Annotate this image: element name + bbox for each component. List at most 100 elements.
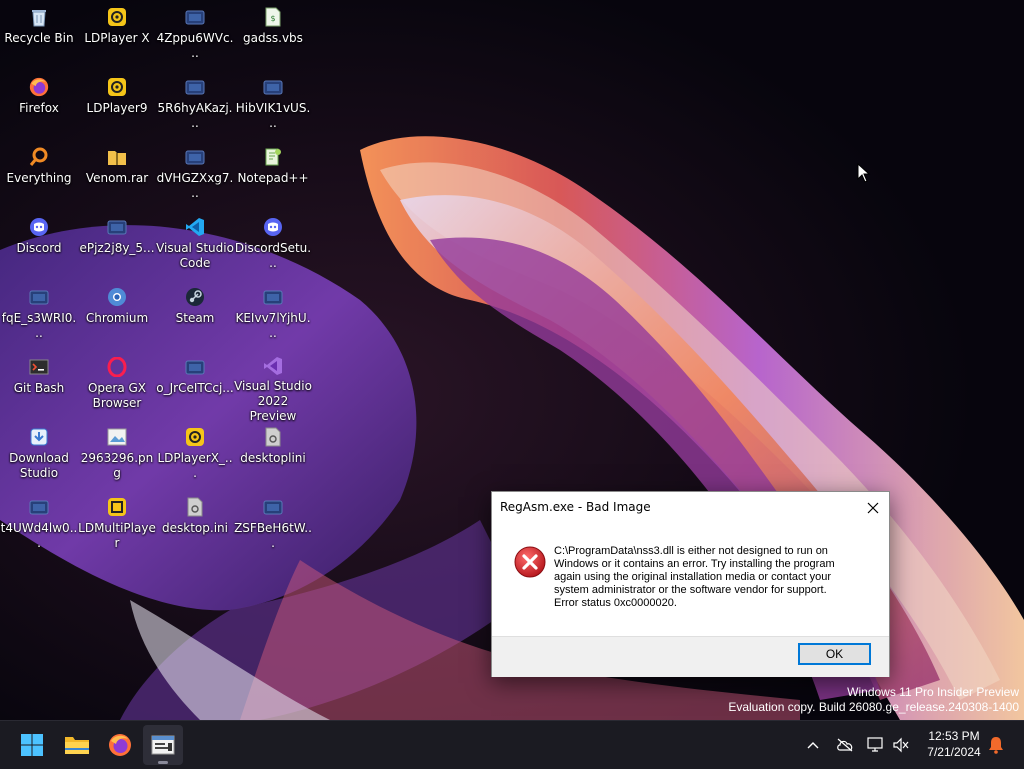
dialog-title: RegAsm.exe - Bad Image xyxy=(500,500,651,514)
desktop-icon[interactable]: desktop.ini xyxy=(156,490,234,556)
file-icon xyxy=(262,496,284,518)
file-icon xyxy=(184,356,206,378)
desktop-icon[interactable]: Steam xyxy=(156,280,234,346)
active-indicator xyxy=(158,761,168,764)
close-icon[interactable] xyxy=(863,498,883,518)
taskbar-active-app-button[interactable] xyxy=(143,725,183,765)
desktop-icon-label: o_JrCeITCcj... xyxy=(156,381,234,395)
desktop-icon[interactable]: LDPlayer X xyxy=(78,0,156,66)
desktop-icon[interactable]: Visual Studio Code xyxy=(156,210,234,276)
desktop-icon[interactable]: Firefox xyxy=(0,70,78,136)
file-icon xyxy=(184,146,206,168)
chromium-icon xyxy=(106,286,128,308)
desktop-icon[interactable]: 4Zppu6WVc... xyxy=(156,0,234,66)
desktop-icon[interactable]: Chromium xyxy=(78,280,156,346)
git-bash-icon xyxy=(28,356,50,378)
file-icon xyxy=(28,496,50,518)
error-icon xyxy=(514,546,546,578)
download-studio-icon xyxy=(28,426,50,448)
desktop-icon-label: desktop.ini xyxy=(162,521,228,535)
message-line: C:\ProgramData\nss3.dll is either not de… xyxy=(554,545,828,557)
desktop-icon-label: Chromium xyxy=(85,311,149,325)
desktop-icon-label: Notepad++ xyxy=(237,171,309,185)
desktop-icon-label: ePjz2j8y_5... xyxy=(79,241,155,255)
desktop-icon[interactable]: Opera GX Browser xyxy=(78,350,156,416)
volume-tray-button[interactable] xyxy=(891,735,911,755)
desktop-icon[interactable]: dVHGZXxg7... xyxy=(156,140,234,206)
desktop-icon[interactable]: 2963296.png xyxy=(78,420,156,486)
dialog-footer: OK xyxy=(492,636,889,677)
desktop-icon-label: KEIvv7lYjhU... xyxy=(235,311,311,340)
opera-gx-icon xyxy=(106,356,128,378)
desktop-icon[interactable]: Notepad++ xyxy=(234,140,312,206)
taskbar-clock[interactable]: 12:53 PM 7/21/2024 xyxy=(918,728,990,760)
vbs-script-icon: $ xyxy=(262,6,284,28)
settings-file-icon xyxy=(262,426,284,448)
desktop-icon-label: Download Studio xyxy=(9,451,69,480)
visual-studio-icon xyxy=(262,356,284,376)
chevron-up-icon xyxy=(807,742,819,749)
file-icon xyxy=(184,76,206,98)
desktop-icon-label: gadss.vbs xyxy=(243,31,303,45)
firefox-icon xyxy=(109,734,131,756)
desktop-icon[interactable]: DiscordSetu... xyxy=(234,210,312,276)
desktop-icon[interactable]: Discord xyxy=(0,210,78,276)
desktop-icon-label: Discord xyxy=(16,241,62,255)
desktop-icon[interactable]: LDPlayerX_... xyxy=(156,420,234,486)
volume-muted-icon xyxy=(893,737,909,753)
dialog-titlebar[interactable]: RegAsm.exe - Bad Image xyxy=(492,492,889,524)
taskbar-firefox-button[interactable] xyxy=(100,725,140,765)
taskbar-file-explorer-button[interactable] xyxy=(57,725,97,765)
desktop-icon[interactable]: fqE_s3WRI0... xyxy=(0,280,78,346)
desktop-icon-label: fqE_s3WRI0... xyxy=(1,311,77,340)
desktop-icon[interactable]: LDPlayer9 xyxy=(78,70,156,136)
clock-time: 12:53 PM xyxy=(928,729,980,743)
desktop-icon[interactable]: Download Studio xyxy=(0,420,78,486)
desktop-icon-label: 2963296.png xyxy=(80,451,154,480)
desktop-icon[interactable]: ZSFBeH6tW... xyxy=(234,490,312,556)
dialog-body: C:\ProgramData\nss3.dll is either not de… xyxy=(492,524,889,636)
desktop-icon-label: 5R6hyAKazj... xyxy=(157,101,233,130)
desktop-icon-label: LDMultiPlayer xyxy=(78,521,156,550)
desktop-icon[interactable]: Recycle Bin xyxy=(0,0,78,66)
file-icon xyxy=(184,6,206,28)
clock-date: 7/21/2024 xyxy=(927,745,981,759)
notifications-button[interactable] xyxy=(986,735,1006,755)
ok-button[interactable]: OK xyxy=(798,643,871,665)
desktop-icon[interactable]: KEIvv7lYjhU... xyxy=(234,280,312,346)
desktop-icon-label: desktoplini xyxy=(240,451,306,465)
network-tray-button[interactable] xyxy=(866,735,886,755)
desktop-icon[interactable]: ePjz2j8y_5... xyxy=(78,210,156,276)
taskbar: 12:53 PM 7/21/2024 xyxy=(0,720,1024,769)
desktop-icon[interactable]: o_JrCeITCcj... xyxy=(156,350,234,416)
file-icon xyxy=(106,216,128,238)
desktop-icon[interactable]: t4UWd4lw0... xyxy=(0,490,78,556)
desktop-icon[interactable]: LDMultiPlayer xyxy=(78,490,156,556)
message-line: system administrator or the software ven… xyxy=(554,584,827,596)
desktop-icon[interactable]: 5R6hyAKazj... xyxy=(156,70,234,136)
notepad-plus-plus-icon xyxy=(262,146,284,168)
desktop-icon[interactable]: HibVIK1vUS... xyxy=(234,70,312,136)
desktop-icon-label: Recycle Bin xyxy=(4,31,74,45)
start-button[interactable] xyxy=(12,725,52,765)
desktop-icon[interactable]: Venom.rar xyxy=(78,140,156,206)
discord-icon xyxy=(28,216,50,238)
desktop-icon[interactable]: Visual Studio 2022 Preview xyxy=(234,350,312,423)
desktop-icon-label: Venom.rar xyxy=(85,171,149,185)
desktop-icon[interactable]: Everything xyxy=(0,140,78,206)
show-hidden-icons-button[interactable] xyxy=(803,735,823,755)
desktop-icon[interactable]: Git Bash xyxy=(0,350,78,416)
desktop-icon-label: Everything xyxy=(6,171,72,185)
watermark-line-2: Evaluation copy. Build 26080.ge_release.… xyxy=(728,700,1019,714)
cloud-off-icon xyxy=(837,738,853,752)
ldplayer-icon xyxy=(106,6,128,28)
ldplayer-icon xyxy=(106,76,128,98)
windows-start-icon xyxy=(21,734,43,756)
bell-icon xyxy=(989,737,1003,754)
desktop-icon[interactable]: $ gadss.vbs xyxy=(234,0,312,66)
onedrive-tray-button[interactable] xyxy=(835,735,855,755)
everything-search-icon xyxy=(28,146,50,168)
desktop-icon-label: ZSFBeH6tW... xyxy=(234,521,312,550)
desktop-icon[interactable]: desktoplini xyxy=(234,420,312,486)
desktop-icon-label: LDPlayerX_... xyxy=(157,451,233,480)
